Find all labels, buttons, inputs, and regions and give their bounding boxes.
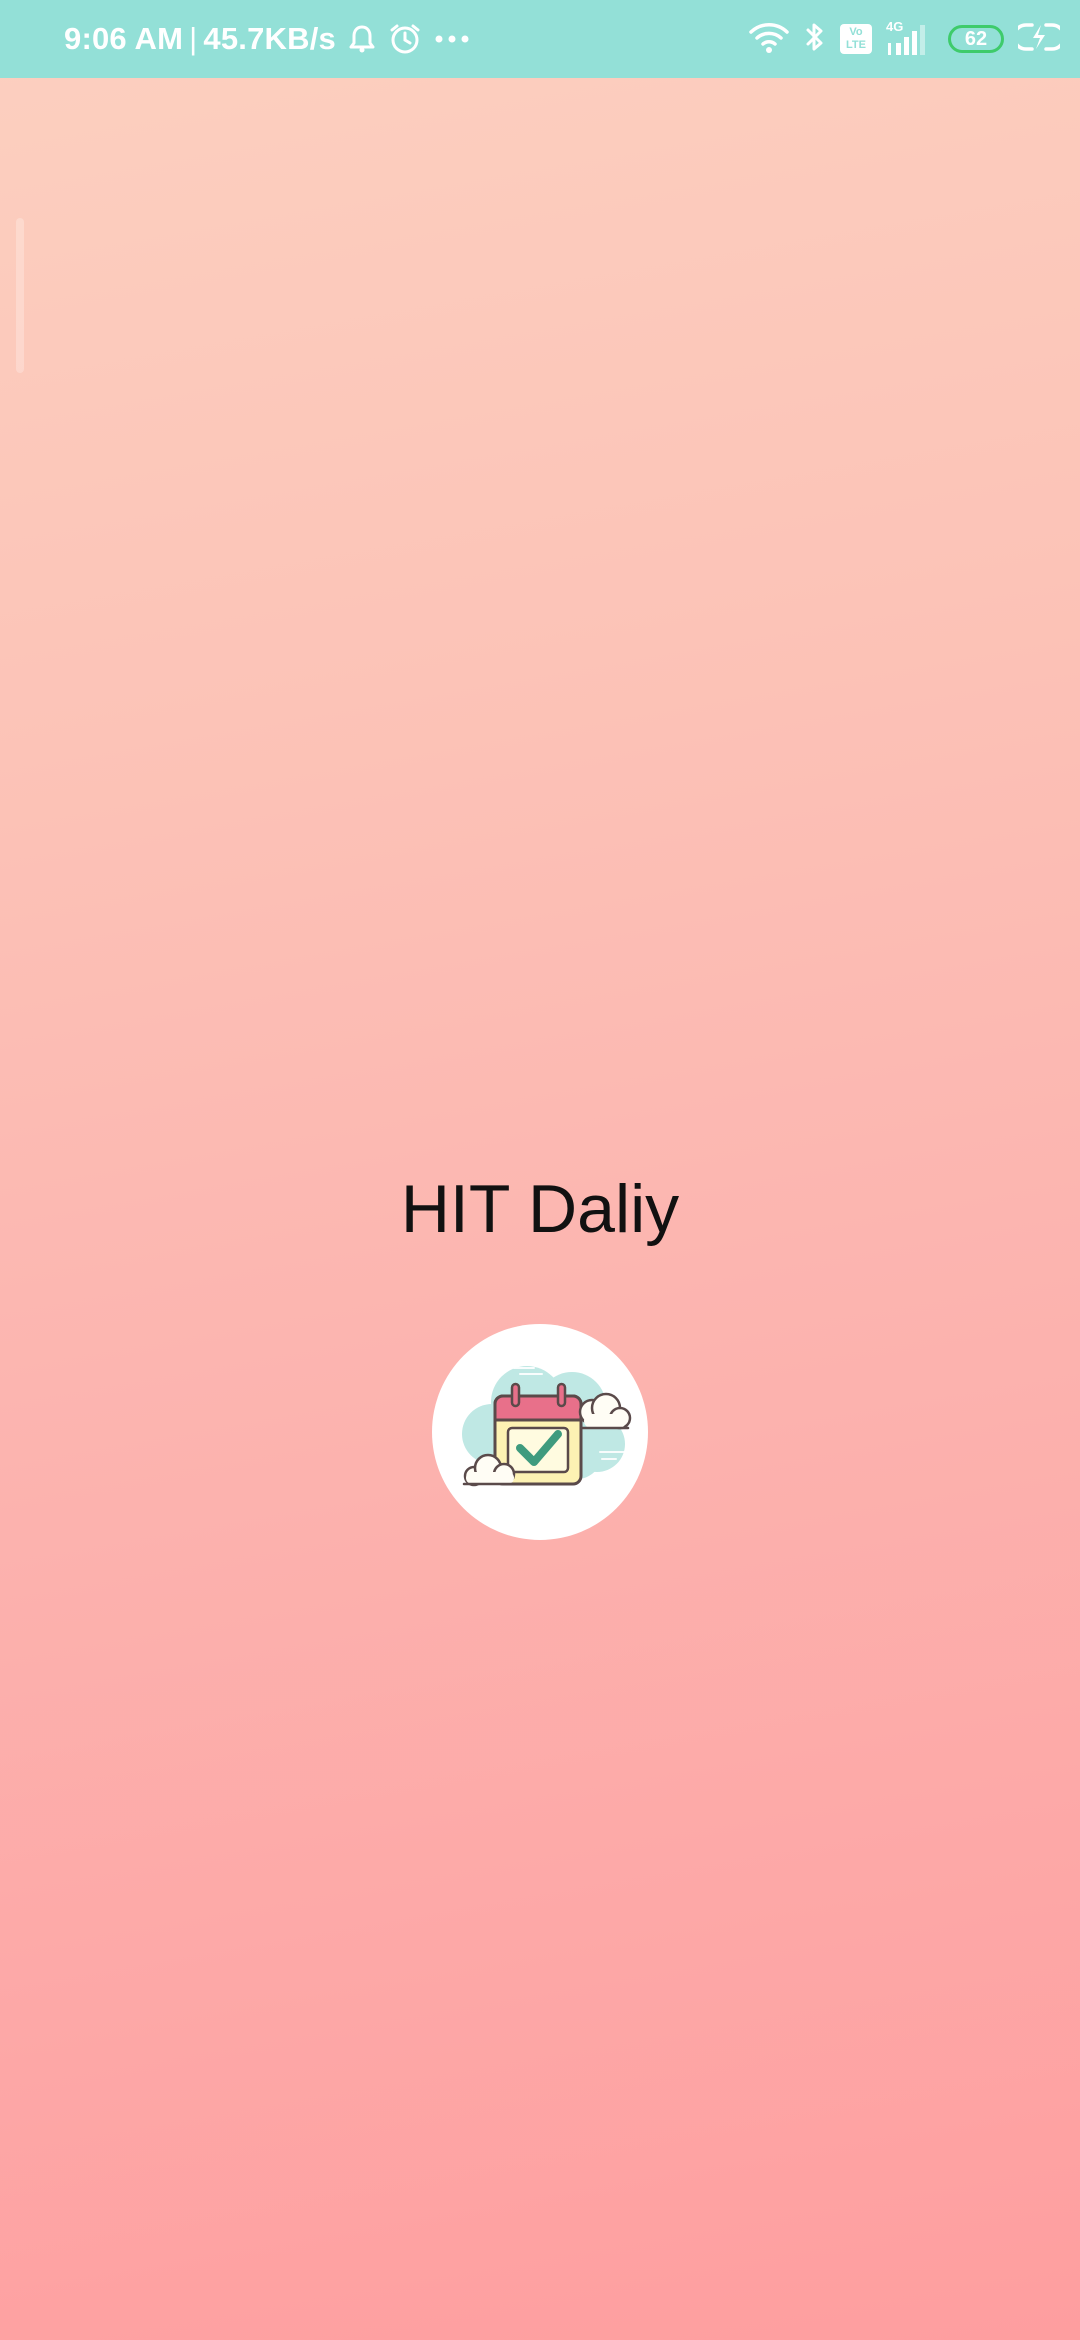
- network-speed: 45.7KB/s: [203, 21, 336, 56]
- charging-icon: [1012, 21, 1066, 58]
- bluetooth-icon: [804, 21, 826, 58]
- calendar-check-icon: [462, 1366, 632, 1487]
- battery-icon: 62: [948, 25, 1004, 53]
- status-right: Vo LTE 4G 62: [734, 0, 1066, 78]
- app-logo: [432, 1324, 648, 1540]
- alarm-clock-icon: [388, 23, 422, 55]
- status-time: 9:06 AM: [64, 21, 184, 56]
- status-bar: 9:06 AM | 45.7KB/s Vo LTE 4G 62: [0, 0, 1080, 78]
- battery-level: 62: [964, 27, 988, 50]
- signal-icon: 4G: [886, 19, 930, 59]
- wifi-icon: [748, 20, 790, 59]
- edge-scroll-indicator: [16, 218, 24, 373]
- volte-top: Vo: [849, 26, 863, 38]
- more-dots-icon: [434, 34, 470, 44]
- status-left: 9:06 AM | 45.7KB/s: [64, 0, 470, 78]
- app-title: HIT Daliy: [400, 1171, 680, 1247]
- status-separator: |: [189, 21, 198, 56]
- notification-bell-icon: [348, 24, 376, 54]
- volte-bottom: LTE: [846, 39, 866, 51]
- volte-icon: Vo LTE: [840, 24, 872, 54]
